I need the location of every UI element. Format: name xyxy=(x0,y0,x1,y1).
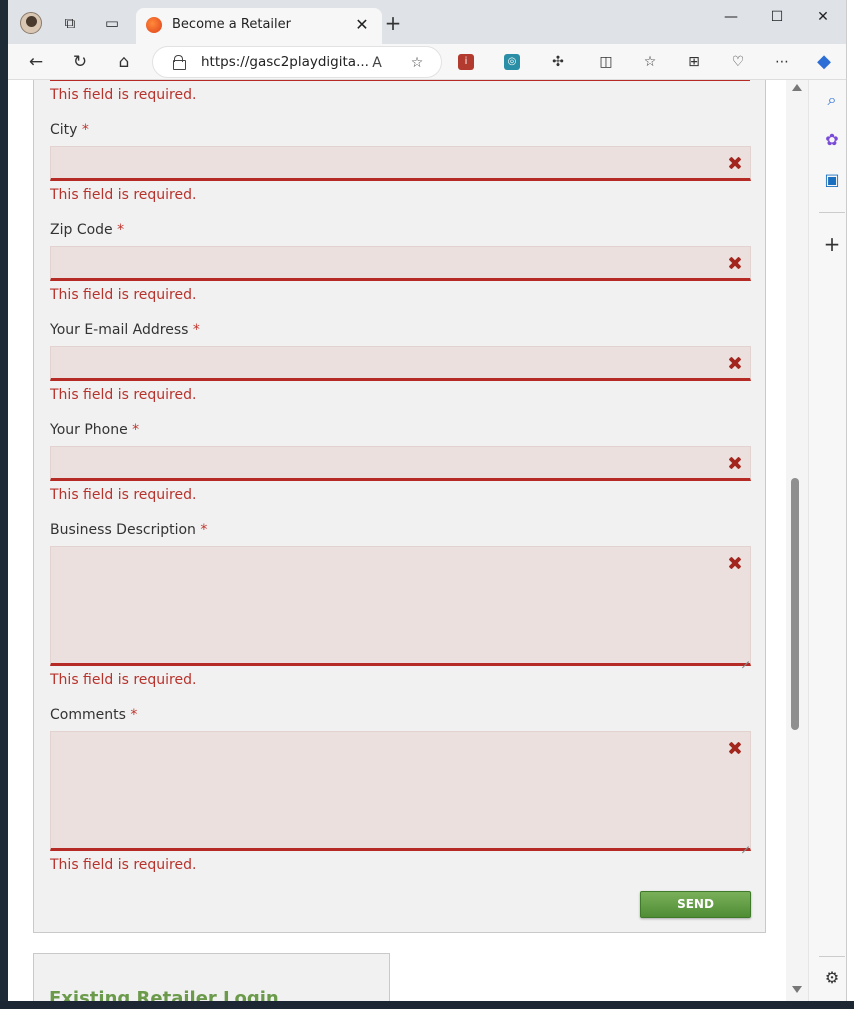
login-title: Existing Retailer Login xyxy=(49,988,279,1001)
send-button[interactable]: SEND xyxy=(640,891,751,918)
business-description-error: This field is required. xyxy=(50,672,197,688)
copilot-icon[interactable]: ◆ xyxy=(814,52,834,72)
close-window-button[interactable]: ✕ xyxy=(800,6,846,28)
new-tab-button[interactable]: + xyxy=(382,12,404,34)
favorites-icon[interactable]: ☆ xyxy=(640,52,660,72)
extension-red-icon[interactable]: i xyxy=(458,54,474,70)
page-scrollbar[interactable] xyxy=(786,80,808,1001)
split-screen-icon[interactable]: ◫ xyxy=(596,52,616,72)
zip-code-label: Zip Code * xyxy=(50,222,125,238)
copilot-sidebar-icon[interactable]: ✿ xyxy=(820,128,844,152)
error-x-icon xyxy=(728,741,742,755)
city-input[interactable] xyxy=(50,146,751,181)
comments-label: Comments * xyxy=(50,707,138,723)
comments-textarea[interactable] xyxy=(50,731,751,851)
workspaces-icon[interactable]: ⧉ xyxy=(58,11,82,35)
existing-retailer-login-panel: Existing Retailer Login xyxy=(33,953,390,1001)
phone-label: Your Phone * xyxy=(50,422,140,438)
city-label: City * xyxy=(50,122,89,138)
scroll-thumb[interactable] xyxy=(791,478,799,730)
minimize-button[interactable]: — xyxy=(708,6,754,28)
scroll-up-arrow-icon[interactable] xyxy=(792,84,802,91)
resize-handle[interactable] xyxy=(741,839,749,847)
home-icon[interactable]: ⌂ xyxy=(110,48,138,76)
settings-gear-icon[interactable]: ⚙ xyxy=(820,966,844,990)
city-error: This field is required. xyxy=(50,187,197,203)
more-options-icon[interactable]: ⋯ xyxy=(772,52,792,72)
sidebar-divider xyxy=(819,212,845,213)
profile-avatar[interactable] xyxy=(20,12,42,34)
maximize-button[interactable]: ☐ xyxy=(754,6,800,28)
resize-handle[interactable] xyxy=(741,654,749,662)
error-x-icon xyxy=(728,556,742,570)
background-window-edge xyxy=(846,0,854,1001)
tab-bar: ⧉ ▭ Become a Retailer ✕ + — ☐ ✕ xyxy=(8,0,854,44)
search-icon[interactable]: ⌕ xyxy=(820,88,844,112)
tab-actions-icon[interactable]: ▭ xyxy=(100,11,124,35)
browser-window: ⧉ ▭ Become a Retailer ✕ + — ☐ ✕ ← ↻ ⌂ ht… xyxy=(8,0,854,1001)
extension-teal-icon[interactable]: ◎ xyxy=(504,54,520,70)
error-message: This field is required. xyxy=(50,87,197,103)
browser-toolbar: ← ↻ ⌂ https://gasc2playdigita... A ☆ i ◎… xyxy=(8,44,854,80)
outlook-icon[interactable]: ▣ xyxy=(820,168,844,192)
address-bar[interactable]: https://gasc2playdigita... A ☆ xyxy=(152,46,442,78)
phone-input[interactable] xyxy=(50,446,751,481)
site-favicon-icon xyxy=(146,17,162,33)
back-icon[interactable]: ← xyxy=(22,48,50,76)
refresh-icon[interactable]: ↻ xyxy=(66,48,94,76)
email-error: This field is required. xyxy=(50,387,197,403)
email-label: Your E-mail Address * xyxy=(50,322,200,338)
zip-code-input[interactable] xyxy=(50,246,751,281)
business-description-label: Business Description * xyxy=(50,522,208,538)
error-x-icon xyxy=(728,356,742,370)
collections-icon[interactable]: ⊞ xyxy=(684,52,704,72)
url-text[interactable]: https://gasc2playdigita... xyxy=(201,54,369,70)
email-input[interactable] xyxy=(50,346,751,381)
retailer-form: This field is required. City * This fiel… xyxy=(33,80,766,933)
business-description-textarea[interactable] xyxy=(50,546,751,666)
previous-field-border xyxy=(50,80,750,81)
add-sidebar-app-icon[interactable]: + xyxy=(820,232,844,256)
error-x-icon xyxy=(728,456,742,470)
error-x-icon xyxy=(728,156,742,170)
taskbar-edge xyxy=(0,1001,854,1009)
extensions-puzzle-icon[interactable]: ✣ xyxy=(548,52,568,72)
phone-error: This field is required. xyxy=(50,487,197,503)
tab-close-icon[interactable]: ✕ xyxy=(352,15,372,35)
zip-code-error: This field is required. xyxy=(50,287,197,303)
browser-essentials-icon[interactable]: ♡ xyxy=(728,52,748,72)
sidebar-divider xyxy=(819,956,845,957)
favorite-star-icon[interactable]: ☆ xyxy=(407,53,427,73)
scroll-down-arrow-icon[interactable] xyxy=(792,986,802,993)
error-x-icon xyxy=(728,256,742,270)
tab-title: Become a Retailer xyxy=(172,17,291,32)
tab-become-a-retailer[interactable]: Become a Retailer ✕ xyxy=(136,8,382,44)
lock-icon[interactable] xyxy=(173,55,186,70)
page-viewport: This field is required. City * This fiel… xyxy=(8,80,808,1001)
comments-error: This field is required. xyxy=(50,857,197,873)
read-aloud-icon[interactable]: A xyxy=(367,53,387,73)
